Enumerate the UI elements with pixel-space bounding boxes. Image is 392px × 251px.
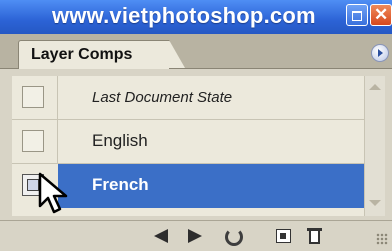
tab-layer-comps[interactable]: Layer Comps bbox=[18, 40, 185, 69]
scroll-down-icon[interactable] bbox=[367, 198, 381, 208]
list-item-last-document-state[interactable]: Last Document State bbox=[12, 76, 364, 120]
scroll-up-icon[interactable] bbox=[367, 82, 381, 92]
vertical-scrollbar[interactable] bbox=[364, 76, 385, 216]
minimize-icon[interactable] bbox=[346, 4, 368, 26]
panel-bottom-toolbar bbox=[0, 220, 392, 251]
previous-comp-icon[interactable] bbox=[150, 225, 172, 247]
resize-grip-icon[interactable] bbox=[376, 233, 388, 245]
empty-state-icon bbox=[22, 86, 44, 108]
panel-tab-row: Layer Comps bbox=[0, 34, 392, 69]
new-comp-icon[interactable] bbox=[272, 225, 294, 247]
close-icon[interactable]: ✕ bbox=[370, 4, 392, 26]
trash-icon[interactable] bbox=[304, 225, 326, 247]
empty-state-icon bbox=[22, 130, 44, 152]
window-title: www.vietphotoshop.com bbox=[52, 3, 316, 28]
panel-menu-icon[interactable] bbox=[371, 44, 389, 62]
list-item-english[interactable]: English bbox=[12, 120, 364, 164]
comp-name: English bbox=[92, 131, 148, 150]
mouse-pointer-icon bbox=[38, 172, 68, 214]
window-titlebar: www.vietphotoshop.com ✕ bbox=[0, 0, 392, 34]
comp-name: Last Document State bbox=[92, 89, 233, 106]
comp-name: French bbox=[92, 175, 149, 194]
tab-label: Layer Comps bbox=[31, 46, 133, 63]
next-comp-icon[interactable] bbox=[184, 225, 206, 247]
apply-comp-toggle[interactable] bbox=[12, 76, 58, 120]
apply-comp-toggle[interactable] bbox=[12, 120, 58, 164]
update-comp-icon[interactable] bbox=[222, 225, 244, 247]
